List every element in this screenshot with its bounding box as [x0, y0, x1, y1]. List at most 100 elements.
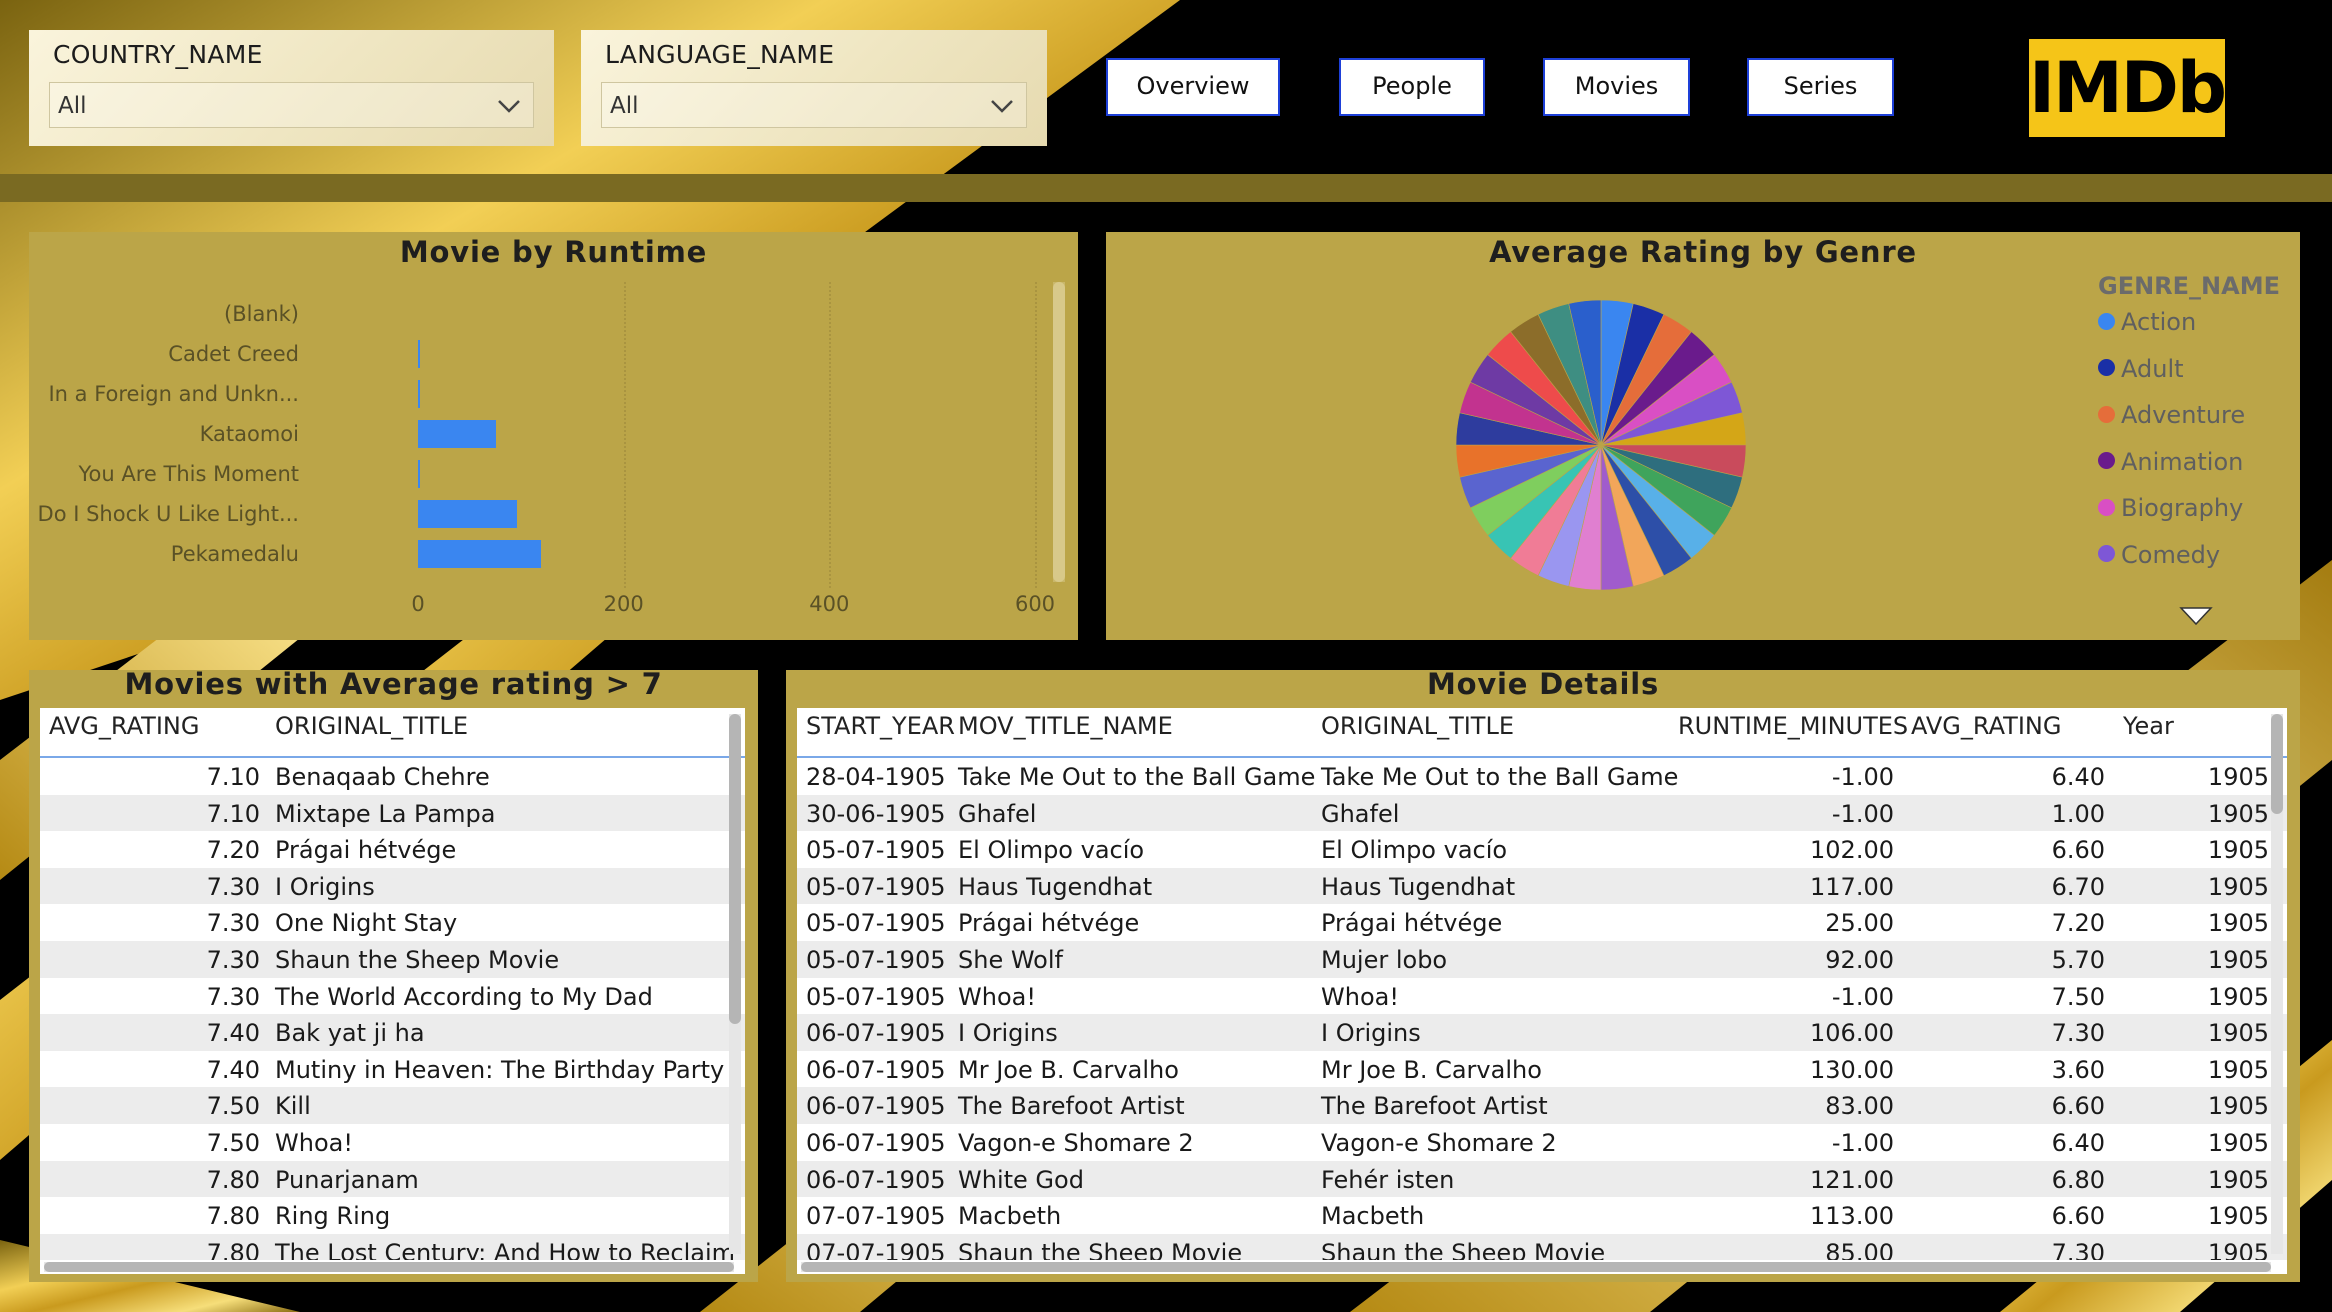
table-row[interactable]: 7.40 Bak yat ji ha	[40, 1014, 745, 1051]
nav-series-button[interactable]: Series	[1747, 58, 1894, 116]
runtime-bar[interactable]	[418, 380, 420, 408]
table-row[interactable]: 30-06-1905 Ghafel Ghafel -1.00 1.00 1905	[797, 794, 2287, 832]
col-header-avg-rating[interactable]: AVG_RATING	[1911, 712, 2061, 740]
table-cell: 7.10	[206, 799, 260, 828]
table-row[interactable]: 7.50 Whoa!	[40, 1124, 745, 1161]
nav-movies-button[interactable]: Movies	[1543, 58, 1690, 116]
table-cell: 117.00	[1810, 872, 1894, 901]
nav-overview-button[interactable]: Overview	[1106, 58, 1280, 116]
legend-item[interactable]: Biography	[2098, 494, 2243, 522]
table-row[interactable]: 7.30 The World According to My Dad	[40, 978, 745, 1015]
table-cell: 7.30	[206, 909, 260, 938]
runtime-bar[interactable]	[418, 500, 517, 528]
table-scrollbar[interactable]	[729, 714, 741, 1254]
runtime-bar[interactable]	[418, 420, 497, 448]
table-row[interactable]: 07-07-1905 Macbeth Macbeth 113.00 6.60 1905	[797, 1197, 2287, 1234]
col-header-original-title[interactable]: ORIGINAL_TITLE	[1321, 712, 1514, 740]
table-row[interactable]: 7.50 Kill	[40, 1087, 745, 1124]
table-row[interactable]: 06-07-1905 I Origins I Origins 106.00 7.30 19…	[797, 1014, 2287, 1051]
table-row[interactable]: 7.10 Mixtape La Pampa	[40, 794, 745, 832]
table-cell: 6.40	[2051, 1129, 2105, 1157]
table-cell: Mr Joe B. Carvalho	[958, 1055, 1179, 1084]
table-row[interactable]: 05-07-1905 Haus Tugendhat Haus Tugendhat 11…	[797, 867, 2287, 905]
table-row[interactable]: 7.40 Mutiny in Heaven: The Birthday Party	[40, 1051, 745, 1088]
genre-pie-chart[interactable]	[1456, 300, 1746, 590]
table-cell: 7.20	[206, 836, 260, 865]
table-cell: 1905	[2207, 836, 2269, 865]
legend-item[interactable]: Comedy	[2098, 541, 2220, 569]
table-cell: 06-07-1905	[806, 1129, 946, 1157]
table-cell: 7.30	[206, 872, 260, 901]
category-label: Kataomoi	[199, 422, 299, 446]
table-row[interactable]: 7.10 Benaqaab Chehre	[40, 758, 745, 795]
country-dropdown[interactable]: All	[49, 82, 534, 128]
table-cell: Macbeth	[1321, 1202, 1425, 1231]
table-cell: Shaun the Sheep Movie	[275, 946, 560, 974]
table-scrollbar-thumb[interactable]	[729, 714, 741, 1024]
high-rated-table: AVG_RATING ORIGINAL_TITLE 7.10 Benaqaab C…	[40, 708, 745, 1274]
slicer-country[interactable]: COUNTRY_NAME All	[29, 30, 554, 146]
legend-item[interactable]: Adult	[2098, 355, 2184, 383]
col-header-mov-title-name[interactable]: MOV_TITLE_NAME	[958, 712, 1173, 740]
table-row[interactable]: 06-07-1905 Vagon-e Shomare 2 Vagon-e Shoma…	[797, 1124, 2287, 1161]
nav-people-button[interactable]: People	[1339, 58, 1485, 116]
table-row[interactable]: 7.20 Prágai hétvége	[40, 831, 745, 868]
table-cell: 7.80	[206, 1202, 260, 1231]
table-cell: Prágai hétvége	[275, 836, 457, 865]
table-scrollbar-thumb[interactable]	[2271, 714, 2283, 814]
table-hscrollbar-thumb[interactable]	[44, 1262, 734, 1272]
legend-label: Animation	[2121, 447, 2244, 476]
col-header-runtime-minutes[interactable]: RUNTIME_MINUTES	[1678, 712, 1908, 740]
table-row[interactable]: 28-04-1905 Take Me Out to the Ball Game Ta…	[797, 758, 2287, 795]
table-row[interactable]: 06-07-1905 The Barefoot Artist The Barefoo…	[797, 1087, 2287, 1124]
table-row[interactable]: 7.80 The Lost Century: And How to Reclaim…	[40, 1233, 745, 1260]
col-header-avg-rating[interactable]: AVG_RATING	[49, 712, 199, 740]
table-row[interactable]: 07-07-1905 Shaun the Sheep Movie Shaun the…	[797, 1233, 2287, 1260]
col-header-start-year[interactable]: START_YEAR	[806, 712, 955, 740]
language-dropdown[interactable]: All	[601, 82, 1027, 128]
table-cell: 1905	[2207, 1019, 2269, 1048]
chart-scrollbar-thumb[interactable]	[1053, 282, 1065, 582]
table-row[interactable]: 06-07-1905 White God Fehér isten 121.00 6.80…	[797, 1160, 2287, 1198]
chart-scrollbar[interactable]	[1053, 282, 1065, 582]
chevron-down-icon[interactable]	[988, 91, 1016, 119]
table-row[interactable]: 05-07-1905 Prágai hétvége Prágai hétvége 25…	[797, 904, 2287, 941]
table-row[interactable]: 05-07-1905 Whoa! Whoa! -1.00 7.50 1905	[797, 978, 2287, 1015]
table-cell: 6.70	[2051, 872, 2105, 901]
category-label: (Blank)	[224, 302, 299, 326]
legend-item[interactable]: Adventure	[2098, 401, 2245, 429]
table-hscrollbar[interactable]	[44, 1262, 734, 1272]
legend-dot-icon	[2098, 545, 2115, 562]
runtime-bar[interactable]	[418, 340, 420, 368]
col-header-year[interactable]: Year	[2123, 712, 2174, 740]
legend-item[interactable]: Animation	[2098, 448, 2243, 476]
legend-dot-icon	[2098, 312, 2115, 330]
col-header-original-title[interactable]: ORIGINAL_TITLE	[275, 712, 468, 740]
table-cell: 06-07-1905	[806, 1165, 946, 1194]
table-row[interactable]: 7.30 Shaun the Sheep Movie	[40, 941, 745, 978]
table-row[interactable]: 05-07-1905 She Wolf Mujer lobo 92.00 5.70 190…	[797, 941, 2287, 978]
table-cell: 7.30	[206, 946, 260, 974]
table-hscrollbar[interactable]	[801, 1262, 2271, 1272]
table-hscrollbar-thumb[interactable]	[801, 1262, 2271, 1272]
table-row[interactable]: 05-07-1905 El Olimpo vacío El Olimpo vacío…	[797, 831, 2287, 868]
table-cell: 07-07-1905	[806, 1238, 946, 1260]
legend-item[interactable]: Action	[2098, 308, 2196, 336]
table-row[interactable]: 7.80 Ring Ring	[40, 1197, 745, 1234]
runtime-bar[interactable]	[418, 460, 420, 488]
table-scrollbar[interactable]	[2271, 714, 2283, 1254]
table-cell: Prágai hétvége	[958, 909, 1140, 938]
table-cell: The Lost Century: And How to Reclaim It	[275, 1238, 745, 1260]
legend-scroll-down-icon[interactable]	[2179, 606, 2213, 626]
table-row[interactable]: 7.80 Punarjanam	[40, 1160, 745, 1198]
table-row[interactable]: 06-07-1905 Mr Joe B. Carvalho Mr Joe B. Ca…	[797, 1051, 2287, 1088]
table-cell: I Origins	[958, 1019, 1058, 1048]
chevron-down-icon[interactable]	[495, 91, 523, 119]
table-cell: 05-07-1905	[806, 982, 946, 1011]
table-row[interactable]: 7.30 I Origins	[40, 867, 745, 905]
runtime-bar[interactable]	[418, 540, 542, 568]
table-row[interactable]: 7.30 One Night Stay	[40, 904, 745, 941]
table-cell: 7.40	[206, 1019, 260, 1048]
slicer-language[interactable]: LANGUAGE_NAME All	[581, 30, 1047, 146]
table-cell: 7.80	[206, 1238, 260, 1260]
